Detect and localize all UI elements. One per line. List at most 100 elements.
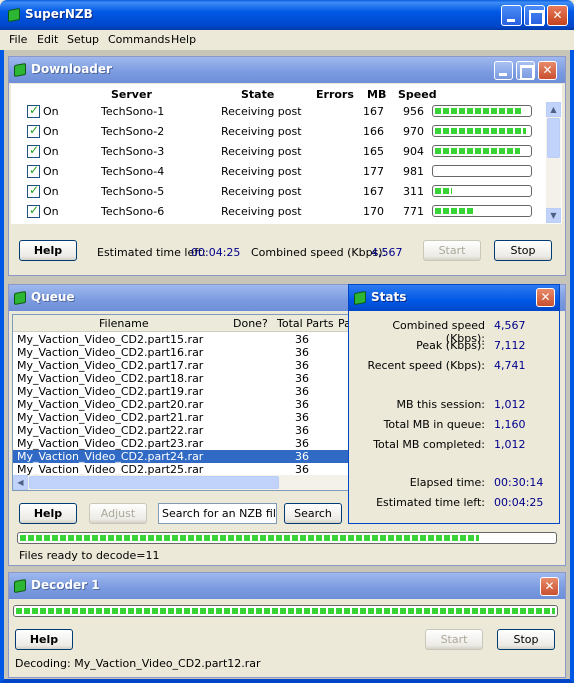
server-row[interactable]: On TechSono-3 Receiving post 165 904 [11,142,541,162]
server-name: TechSono-1 [101,105,165,118]
queue-filename: My_Vaction_Video_CD2.part17.rar [17,359,204,372]
decoder-start-button[interactable]: Start [425,629,483,650]
downloader-start-button[interactable]: Start [423,240,481,261]
queue-row[interactable]: My_Vaction_Video_CD2.part15.rar 36 [13,333,349,346]
queue-status: Files ready to decode=11 [19,549,160,562]
minimize-button[interactable] [501,5,522,26]
combined-speed-label: Combined speed (Kbps): [251,246,387,259]
server-row[interactable]: On TechSono-4 Receiving post 177 981 [11,162,541,182]
server-mb: 165 [363,145,384,158]
queue-row[interactable]: My_Vaction_Video_CD2.part23.rar 36 [13,437,349,450]
queue-row[interactable]: My_Vaction_Video_CD2.part21.rar 36 [13,411,349,424]
column-errors[interactable]: Errors [316,88,354,101]
column-mb[interactable]: MB [367,88,386,101]
enabled-label: On [43,205,59,218]
queue-hscrollbar[interactable]: ◀ [13,475,349,490]
server-row[interactable]: On TechSono-5 Receiving post 167 311 [11,182,541,202]
main-title-bar[interactable]: SuperNZB ✕ [0,0,574,30]
menu-file[interactable]: File [9,33,27,46]
server-state: Receiving post [221,205,302,218]
queue-total-parts: 36 [295,398,309,411]
nzb-search-input[interactable]: Search for an NZB file... [158,503,277,524]
server-progress-bar [432,205,532,217]
menu-edit[interactable]: Edit [37,33,58,46]
close-button[interactable]: ✕ [547,5,568,26]
queue-row[interactable]: My_Vaction_Video_CD2.part18.rar 36 [13,372,349,385]
queue-total-parts: 36 [295,411,309,424]
column-server[interactable]: Server [111,88,152,101]
queue-filename: My_Vaction_Video_CD2.part19.rar [17,385,204,398]
stats-close-button[interactable]: ✕ [536,288,555,307]
queue-header: Filename Done? Total Parts Pa [13,315,351,332]
stat-value: 1,012 [494,438,526,451]
server-row[interactable]: On TechSono-6 Receiving post 170 771 [11,202,541,222]
server-row[interactable]: On TechSono-2 Receiving post 166 970 [11,122,541,142]
queue-row[interactable]: My_Vaction_Video_CD2.part20.rar 36 [13,398,349,411]
server-speed: 970 [403,125,424,138]
stat-label: Peak (Kbps): [416,339,485,352]
stats-title-bar[interactable]: Stats ✕ [349,285,559,311]
decoder-help-button[interactable]: Help [15,629,73,650]
decoder-stop-button[interactable]: Stop [497,629,555,650]
queue-filename: My_Vaction_Video_CD2.part15.rar [17,333,204,346]
queue-filename: My_Vaction_Video_CD2.part22.rar [17,424,204,437]
downloader-cube-icon [14,62,26,78]
queue-total-parts: 36 [295,346,309,359]
maximize-button[interactable] [524,5,545,26]
server-list: Server State Errors MB Speed On TechSono-… [11,84,562,224]
downloader-minimize-button[interactable] [494,61,513,80]
stat-value: 4,567 [494,319,526,332]
server-speed: 771 [403,205,424,218]
queue-filename: My_Vaction_Video_CD2.part21.rar [17,411,204,424]
server-mb: 166 [363,125,384,138]
downloader-title-bar[interactable]: Downloader ✕ [9,57,565,83]
scroll-left-arrow-icon[interactable]: ◀ [13,475,28,490]
search-button[interactable]: Search [284,503,342,524]
enabled-label: On [43,185,59,198]
stats-title: Stats [371,290,407,304]
queue-filename: My_Vaction_Video_CD2.part23.rar [17,437,204,450]
server-name: TechSono-4 [101,165,165,178]
enable-checkbox[interactable] [27,163,40,178]
column-speed[interactable]: Speed [398,88,437,101]
column-total-parts[interactable]: Total Parts [277,317,334,330]
stat-value: 00:30:14 [494,476,544,489]
enable-checkbox[interactable] [27,143,40,158]
menu-bar: File Edit Setup Commands Help [0,30,574,50]
menu-help[interactable]: Help [171,33,196,46]
decoder-close-button[interactable]: ✕ [540,577,559,596]
queue-row[interactable]: My_Vaction_Video_CD2.part16.rar 36 [13,346,349,359]
server-name: TechSono-3 [101,145,165,158]
enable-checkbox[interactable] [27,203,40,218]
downloader-maximize-button[interactable] [516,61,535,80]
server-row[interactable]: On TechSono-1 Receiving post 167 956 [11,102,541,122]
column-done[interactable]: Done? [233,317,268,330]
server-speed: 311 [403,185,424,198]
queue-total-parts: 36 [295,437,309,450]
downloader-close-button[interactable]: ✕ [538,61,557,80]
queue-row[interactable]: My_Vaction_Video_CD2.part24.rar 36 [13,450,349,463]
enable-checkbox[interactable] [27,183,40,198]
server-progress-fill [435,208,473,214]
downloader-stop-button[interactable]: Stop [494,240,552,261]
scroll-up-arrow-icon[interactable]: ▲ [546,102,561,117]
enable-checkbox[interactable] [27,123,40,138]
scroll-down-arrow-icon[interactable]: ▼ [546,208,561,223]
scroll-thumb[interactable] [547,118,560,158]
server-state: Receiving post [221,125,302,138]
column-state[interactable]: State [241,88,274,101]
downloader-help-button[interactable]: Help [19,240,77,261]
downloader-scrollbar[interactable]: ▲ ▼ [546,102,561,223]
menu-commands[interactable]: Commands [108,33,170,46]
menu-setup[interactable]: Setup [67,33,99,46]
decoder-title-bar[interactable]: Decoder 1 ✕ [9,573,565,599]
adjust-button[interactable]: Adjust [89,503,147,524]
column-filename[interactable]: Filename [99,317,149,330]
queue-row[interactable]: My_Vaction_Video_CD2.part19.rar 36 [13,385,349,398]
server-progress-bar [432,105,532,117]
queue-row[interactable]: My_Vaction_Video_CD2.part17.rar 36 [13,359,349,372]
enable-checkbox[interactable] [27,103,40,118]
hscroll-thumb[interactable] [29,476,279,489]
queue-row[interactable]: My_Vaction_Video_CD2.part22.rar 36 [13,424,349,437]
queue-help-button[interactable]: Help [19,503,77,524]
